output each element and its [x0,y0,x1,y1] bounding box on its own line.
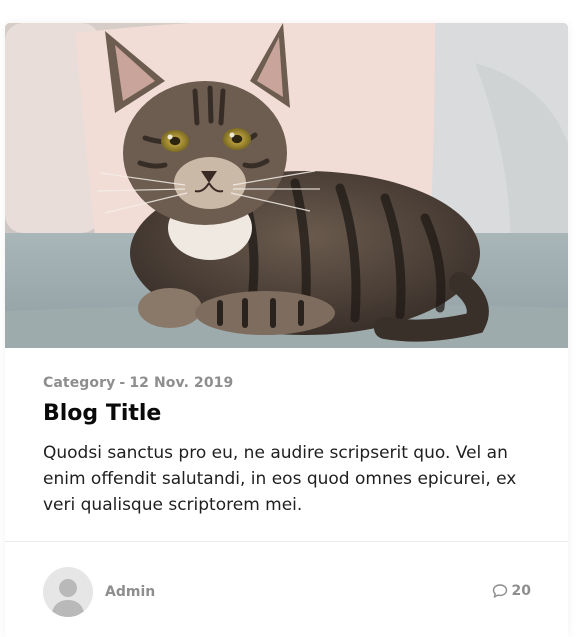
post-title[interactable]: Blog Title [43,400,543,428]
user-silhouette-icon [51,579,85,617]
meta-separator: - [119,375,126,391]
cover-image[interactable] [5,23,568,348]
comment-bubble-icon [492,584,507,598]
post-date: 12 Nov. 2019 [129,375,234,391]
category-link[interactable]: Category [43,375,115,391]
post-excerpt: Quodsi sanctus pro eu, ne audire scripse… [43,443,517,515]
author-name[interactable]: Admin [105,584,155,600]
post-meta: Category -12 Nov. 2019 [43,374,543,392]
comment-count: 20 [511,583,531,599]
comments-link[interactable]: 20 [492,583,531,599]
card-body: Category -12 Nov. 2019 Blog Title Quodsi … [43,374,543,518]
card-footer: Admin 20 [43,567,531,617]
blog-card[interactable]: Category -12 Nov. 2019 Blog Title Quodsi … [5,23,568,637]
avatar[interactable] [43,567,93,617]
cat-photo-illustration [5,23,568,348]
card-divider [5,541,568,542]
